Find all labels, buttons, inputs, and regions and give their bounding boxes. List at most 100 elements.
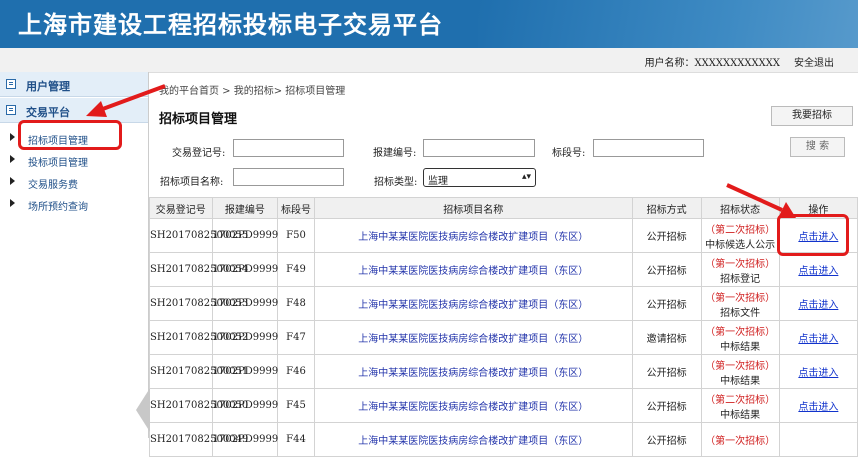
action-cell: 点击进入	[778, 286, 858, 321]
reg-no-cell: SH2017082500054	[149, 252, 248, 287]
logout-link[interactable]: 安全退出	[794, 54, 834, 69]
sidebar-section-label: 交易平台	[26, 106, 70, 119]
project-name-cell: 上海中某某医院医技病房综合楼改扩建项目（东区）	[313, 388, 633, 423]
action-cell: 点击进入	[778, 252, 858, 287]
reg-no-input[interactable]	[233, 139, 344, 157]
report-no-cell: 1702PD9999	[211, 286, 279, 321]
site-banner: 上海市建设工程招标投标电子交易平台	[0, 0, 858, 48]
reg-no-cell: SH2017082500051	[149, 354, 248, 389]
bid-status-cell: （第一次招标） 招标登记	[700, 252, 780, 287]
enter-link[interactable]: 点击进入	[798, 232, 838, 243]
project-name-cell: 上海中某某医院医技病房综合楼改扩建项目（东区）	[313, 286, 633, 321]
column-header: 操作	[778, 197, 858, 219]
sidebar-item-bid-project-management[interactable]: 招标项目管理	[0, 127, 148, 149]
list-icon	[6, 105, 16, 115]
bid-project-table: 交易登记号 报建编号 标段号 招标项目名称 招标方式 招标状态 操作 SH201…	[149, 197, 858, 457]
sidebar-section-trading-platform[interactable]: 交易平台	[0, 98, 148, 123]
report-no-input[interactable]	[423, 139, 535, 157]
bid-type-select[interactable]: 监理 ▴▾	[423, 168, 536, 187]
project-name-cell: 上海中某某医院医技病房综合楼改扩建项目（东区）	[313, 218, 633, 253]
column-header: 招标状态	[700, 197, 780, 219]
bid-round-label: （第一次招标）	[705, 326, 776, 338]
project-name-label: 招标项目名称:	[160, 177, 224, 188]
main-content: 我的平台首页 > 我的招标> 招标项目管理 招标项目管理 我要招标 交易登记号:…	[149, 72, 858, 457]
project-name-cell: 上海中某某医院医技病房综合楼改扩建项目（东区）	[313, 354, 633, 389]
lot-no-cell: F46	[277, 354, 315, 389]
bid-status-label: 招标登记	[720, 273, 761, 285]
bid-method-cell: 公开招标	[631, 252, 702, 287]
lot-no-cell: F49	[277, 252, 315, 287]
table-row: SH2017082500049 1702PD9999 F44 上海中某某医院医技病房综…	[149, 422, 858, 457]
reg-no-cell: SH2017082500053	[149, 286, 248, 321]
column-header: 招标方式	[631, 197, 702, 219]
table-row: SH2017082500051 1702PD9999 F46 上海中某某医院医技病房综…	[149, 354, 858, 389]
reg-no-cell: SH2017082500055	[149, 218, 248, 253]
sidebar-item-service-fee[interactable]: 交易服务费	[0, 171, 148, 193]
sidebar-item-label: 投标项目管理	[28, 158, 88, 169]
bid-method-cell: 公开招标	[631, 286, 702, 321]
site-title: 上海市建设工程招标投标电子交易平台	[18, 11, 443, 39]
sidebar-item-label: 招标项目管理	[28, 136, 88, 147]
enter-link[interactable]: 点击进入	[798, 300, 838, 311]
enter-link[interactable]: 点击进入	[798, 334, 838, 345]
action-cell	[778, 422, 858, 457]
bid-round-label: （第一次招标）	[705, 436, 776, 447]
reg-no-cell: SH2017082500052	[149, 320, 248, 355]
report-no-label: 报建编号:	[373, 148, 417, 159]
bid-method-cell: 公开招标	[631, 388, 702, 423]
column-header: 招标项目名称	[313, 197, 633, 219]
sidebar-item-venue-booking[interactable]: 场所预约查询	[0, 193, 148, 215]
bid-status-label: 招标文件	[720, 307, 761, 319]
lot-no-input[interactable]	[593, 139, 704, 157]
action-cell: 点击进入	[778, 320, 858, 355]
lot-no-cell: F44	[277, 422, 315, 457]
bid-status-cell: （第二次招标） 中标候选人公示	[700, 218, 780, 253]
project-name-cell: 上海中某某医院医技病房综合楼改扩建项目（东区）	[313, 252, 633, 287]
sidebar: 用户管理 交易平台 招标项目管理 投标项目管理 交易服务费 场所预约查询	[0, 72, 149, 438]
report-no-cell: 1702PD9999	[211, 320, 279, 355]
report-no-cell: 1702PD9999	[211, 218, 279, 253]
list-icon	[6, 79, 16, 89]
report-no-cell: 1702PD9999	[211, 354, 279, 389]
bid-status-cell: （第一次招标） 招标文件	[700, 286, 780, 321]
bid-status-label: 中标结果	[720, 341, 761, 353]
reg-no-label: 交易登记号:	[172, 148, 226, 159]
reg-no-cell: SH2017082500049	[149, 422, 248, 457]
user-bar: 用户名称：XXXXXXXXXXXX 安全退出	[0, 48, 858, 73]
table-row: SH2017082500050 1702PD9999 F45 上海中某某医院医技病房综…	[149, 388, 858, 423]
reg-no-cell: SH2017082500050	[149, 388, 248, 423]
triangle-right-icon	[10, 177, 15, 185]
breadcrumb: 我的平台首页 > 我的招标> 招标项目管理	[159, 86, 346, 97]
select-arrows-icon: ▴▾	[521, 172, 531, 182]
table-row: SH2017082500054 1702PD9999 F49 上海中某某医院医技病房综…	[149, 252, 858, 287]
sidebar-section-label: 用户管理	[26, 80, 70, 93]
report-no-cell: 1702PD9999	[211, 388, 279, 423]
bid-status-cell: （第二次招标） 中标结果	[700, 388, 780, 423]
bid-round-label: （第二次招标）	[705, 394, 776, 406]
project-name-input[interactable]	[233, 168, 344, 186]
action-cell: 点击进入	[778, 218, 858, 253]
bid-type-label: 招标类型:	[374, 177, 418, 188]
bid-status-cell: （第一次招标）	[700, 422, 780, 457]
enter-link[interactable]: 点击进入	[798, 368, 838, 379]
sidebar-section-user-management[interactable]: 用户管理	[0, 72, 148, 97]
new-bid-button[interactable]: 我要招标	[771, 106, 853, 126]
lot-no-cell: F45	[277, 388, 315, 423]
table-row: SH2017082500052 1702PD9999 F47 上海中某某医院医技病房综…	[149, 320, 858, 355]
search-button[interactable]: 搜 索	[790, 137, 845, 157]
sidebar-item-tender-project-management[interactable]: 投标项目管理	[0, 149, 148, 171]
enter-link[interactable]: 点击进入	[798, 266, 838, 277]
bid-method-cell: 邀请招标	[631, 320, 702, 355]
bid-status-label: 中标结果	[720, 409, 761, 421]
action-cell: 点击进入	[778, 354, 858, 389]
project-name-cell: 上海中某某医院医技病房综合楼改扩建项目（东区）	[313, 320, 633, 355]
page-title: 招标项目管理	[159, 112, 238, 127]
report-no-cell: 1702PD9999	[211, 422, 279, 457]
bid-round-label: （第一次招标）	[705, 292, 776, 304]
project-name-cell: 上海中某某医院医技病房综合楼改扩建项目（东区）	[313, 422, 633, 457]
bid-status-cell: （第一次招标） 中标结果	[700, 354, 780, 389]
bid-status-label: 中标结果	[720, 375, 761, 387]
column-header: 交易登记号	[149, 197, 213, 219]
enter-link[interactable]: 点击进入	[798, 402, 838, 413]
column-header: 标段号	[277, 197, 315, 219]
